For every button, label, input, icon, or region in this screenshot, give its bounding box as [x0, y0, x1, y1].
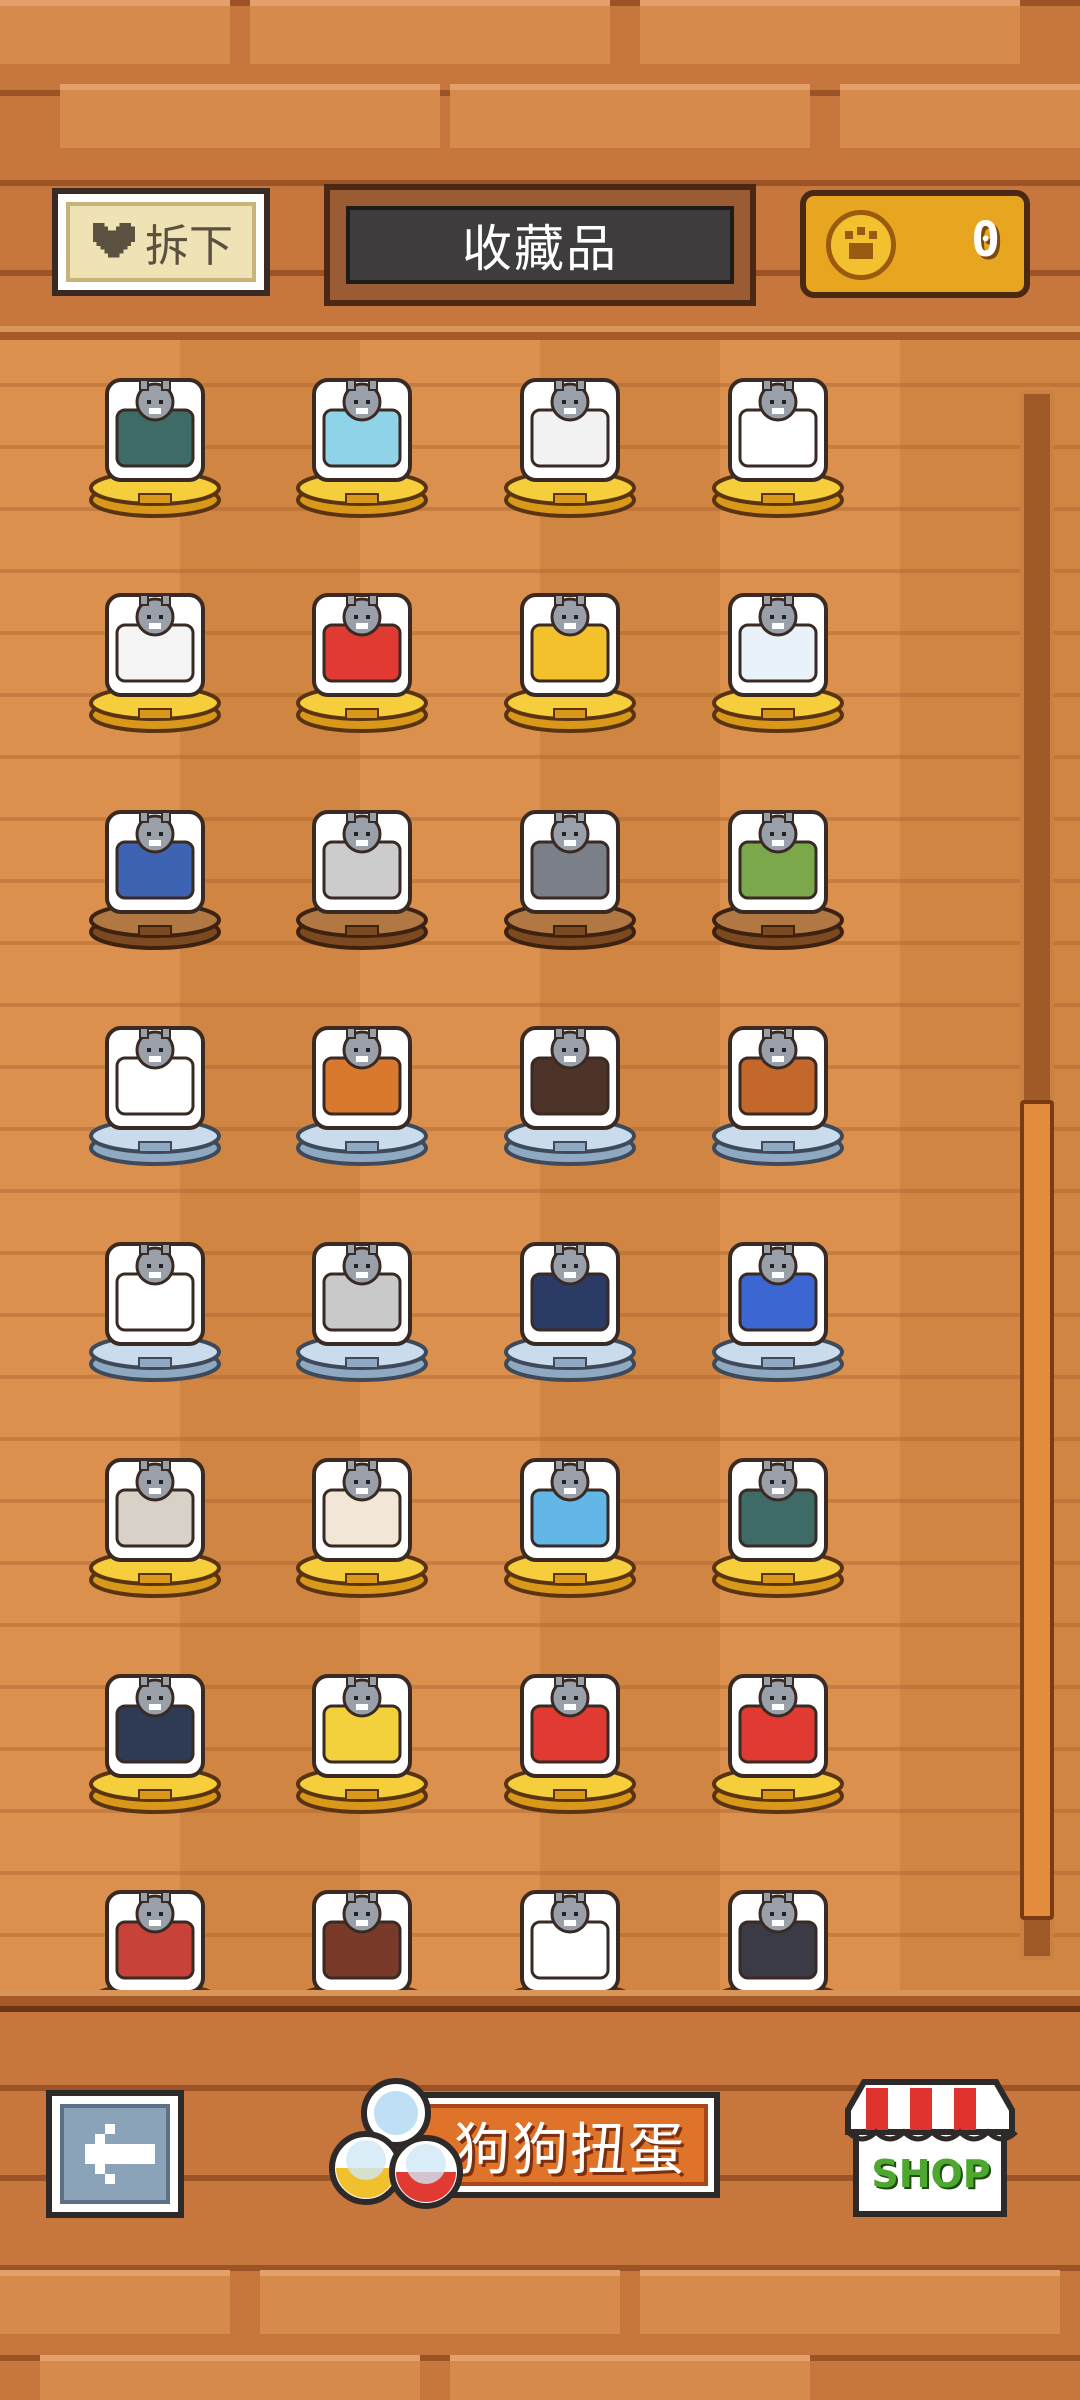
collection-shelf[interactable] — [0, 340, 1080, 1995]
collectible-tv-stand[interactable] — [500, 1214, 640, 1384]
back-button[interactable] — [46, 2090, 184, 2218]
collectible-window-husky[interactable] — [85, 998, 225, 1168]
paw-coin-icon — [826, 210, 896, 280]
collectible-arched-door-dog[interactable] — [708, 350, 848, 520]
collectible-blue-capsule-husky[interactable] — [500, 1430, 640, 1600]
collectible-dining-table-dog[interactable] — [500, 350, 640, 520]
collectible-moon-husky[interactable] — [292, 1646, 432, 1816]
detach-label: 拆下 — [145, 221, 233, 272]
collectible-parachute-shiba[interactable] — [500, 1646, 640, 1816]
collectible-bathtub-dog[interactable] — [85, 350, 225, 520]
collectible-wardrobe[interactable] — [500, 782, 640, 952]
back-arrow-icon — [75, 2124, 155, 2184]
shop-button[interactable]: SHOP — [842, 2076, 1018, 2220]
gacha-label: 狗狗扭蛋 — [454, 2117, 686, 2183]
collectible-hat-huskies[interactable] — [708, 1862, 848, 1995]
collectible-mirror-dog[interactable] — [292, 350, 432, 520]
collectible-detective-dog[interactable] — [292, 1862, 432, 1995]
collectible-floor-lamp-husky[interactable] — [292, 782, 432, 952]
collectible-cafe-table-dogs[interactable] — [292, 1430, 432, 1600]
collectible-dishes-dogs[interactable] — [708, 565, 848, 735]
collectible-lying-husky[interactable] — [85, 782, 225, 952]
collectible-fireplace-dogs[interactable] — [85, 1430, 225, 1600]
coin-count: 0 — [971, 212, 1000, 268]
title-board: 收藏品 — [324, 184, 756, 306]
collectible-bone-husky[interactable] — [500, 1862, 640, 1995]
gacha-button[interactable]: 狗狗扭蛋 — [318, 2068, 726, 2218]
shop-awning-icon — [845, 2079, 1018, 2217]
detach-button[interactable]: 拆下 — [52, 188, 270, 296]
page-title: 收藏品 — [462, 220, 618, 278]
collectible-desk-dog[interactable] — [85, 565, 225, 735]
collectible-sofa-dogs[interactable] — [500, 998, 640, 1168]
collectible-blue-cushion-husky[interactable] — [708, 1214, 848, 1384]
collectible-beanie-husky[interactable] — [85, 1646, 225, 1816]
shop-label: SHOP — [871, 2152, 991, 2196]
heart-icon — [89, 222, 135, 262]
collectible-sleeping-dogs[interactable] — [292, 998, 432, 1168]
collectible-door-dog[interactable] — [85, 1214, 225, 1384]
bottom-ledge — [0, 1990, 1080, 2012]
collectible-red-capsule-dog[interactable] — [292, 565, 432, 735]
collectible-yellow-bed-dog[interactable] — [500, 565, 640, 735]
capsule-icon — [329, 2078, 463, 2209]
scrollbar-thumb[interactable] — [1020, 1100, 1054, 1920]
collectible-round-window-dogs[interactable] — [708, 998, 848, 1168]
collectible-parachute-husky[interactable] — [708, 1646, 848, 1816]
collectible-plant-table[interactable] — [708, 782, 848, 952]
collectible-armchair-husky[interactable] — [292, 1214, 432, 1384]
collectible-dog-bed[interactable] — [85, 1862, 225, 1995]
coin-counter: 0 — [800, 190, 1030, 298]
collectible-bathtub-huskies[interactable] — [708, 1430, 848, 1600]
